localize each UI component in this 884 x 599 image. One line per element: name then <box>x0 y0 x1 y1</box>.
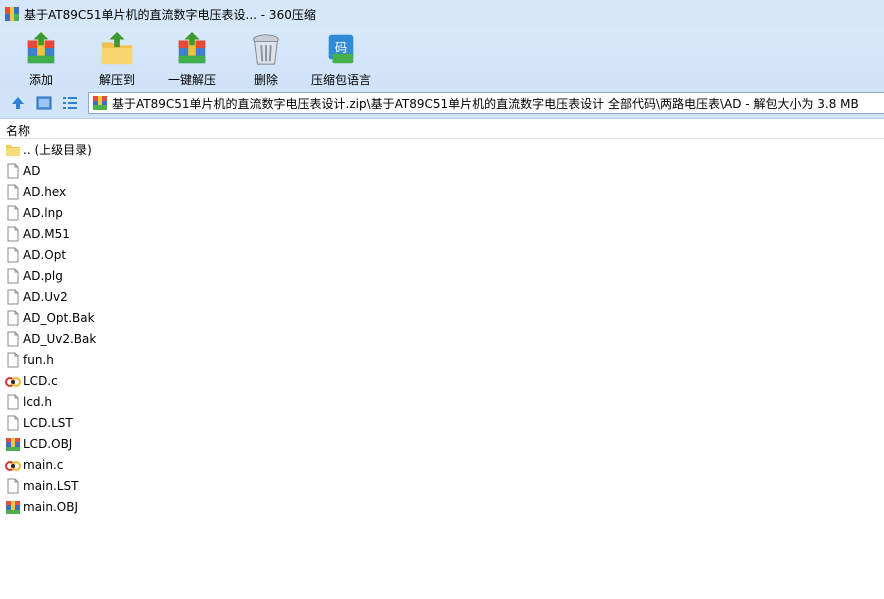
file-list-item[interactable]: LCD.c <box>0 370 300 391</box>
file-list: 名称 .. (上级目录) AD AD.hex AD.lnp AD.M51 AD.Opt AD… <box>0 119 884 599</box>
file-name: AD.plg <box>23 268 63 283</box>
delete-label: 删除 <box>253 73 278 87</box>
extract-to-button[interactable]: 解压到 <box>92 28 142 88</box>
document-icon <box>7 289 19 304</box>
file-list-item[interactable]: AD_Uv2.Bak <box>0 328 300 349</box>
file-list-item[interactable]: AD_Opt.Bak <box>0 307 300 328</box>
title-bar: 基于AT89C51单片机的直流数字电压表设... - 360压缩 <box>0 0 884 28</box>
window-title: 基于AT89C51单片机的直流数字电压表设... - 360压缩 <box>24 7 316 22</box>
file-name: .. (上级目录) <box>23 143 92 157</box>
file-list-item[interactable]: AD.hex <box>0 181 300 202</box>
file-name: main.LST <box>23 478 79 493</box>
file-name: lcd.h <box>23 394 52 409</box>
file-name: main.OBJ <box>23 499 79 514</box>
document-icon <box>7 352 19 367</box>
large-icon-view-icon[interactable] <box>36 95 52 111</box>
file-name: LCD.OBJ <box>23 436 73 451</box>
file-list-item[interactable]: main.LST <box>0 475 300 496</box>
file-name: AD_Opt.Bak <box>23 310 95 325</box>
extract-to-label: 解压到 <box>98 73 135 87</box>
file-list-item[interactable]: AD <box>0 160 300 181</box>
archive-language-button[interactable]: 码 压缩包语言 <box>308 28 374 88</box>
file-list-item[interactable]: AD.plg <box>0 265 300 286</box>
archive-language-icon: 码 <box>328 34 354 64</box>
c-source-file-icon <box>5 376 21 387</box>
up-arrow-icon[interactable] <box>10 95 26 111</box>
file-name: AD.hex <box>23 184 67 199</box>
file-list-item[interactable]: main.OBJ <box>0 496 300 517</box>
file-name: LCD.LST <box>23 415 73 430</box>
file-list-item[interactable]: AD.lnp <box>0 202 300 223</box>
file-name: LCD.c <box>23 373 58 388</box>
document-icon <box>7 268 19 283</box>
document-icon <box>7 478 19 493</box>
file-name: main.c <box>23 457 64 472</box>
file-list-item[interactable]: LCD.LST <box>0 412 300 433</box>
file-list-item[interactable]: lcd.h <box>0 391 300 412</box>
file-list-item[interactable]: main.c <box>0 454 300 475</box>
add-label: 添加 <box>28 73 53 87</box>
address-path-field[interactable]: 基于AT89C51单片机的直流数字电压表设计.zip\基于AT89C51单片机的… <box>88 92 884 114</box>
file-name: AD.Uv2 <box>23 289 68 304</box>
document-icon <box>7 205 19 220</box>
delete-button[interactable]: 删除 <box>244 28 288 88</box>
address-path-text: 基于AT89C51单片机的直流数字电压表设计.zip\基于AT89C51单片机的… <box>112 96 859 111</box>
document-icon <box>7 394 19 409</box>
document-icon <box>7 184 19 199</box>
zip-archive-icon <box>93 96 107 110</box>
one-click-extract-icon <box>178 31 206 64</box>
file-list-item[interactable]: .. (上级目录) <box>0 139 300 160</box>
file-name: AD <box>23 163 41 178</box>
file-name: AD.Opt <box>23 247 67 262</box>
svg-text:码: 码 <box>335 41 347 55</box>
folder-icon <box>6 144 20 156</box>
add-archive-icon <box>27 31 55 64</box>
document-icon <box>7 331 19 346</box>
file-name: AD_Uv2.Bak <box>23 331 97 346</box>
document-icon <box>7 226 19 241</box>
add-button[interactable]: 添加 <box>18 28 64 88</box>
file-list-item[interactable]: AD.Uv2 <box>0 286 300 307</box>
archive-app-icon <box>5 7 19 21</box>
document-icon <box>7 415 19 430</box>
c-source-file-icon <box>5 460 21 471</box>
file-list-item[interactable]: AD.Opt <box>0 244 300 265</box>
document-icon <box>7 310 19 325</box>
file-list-item[interactable]: fun.h <box>0 349 300 370</box>
document-icon <box>7 163 19 178</box>
archive-language-label: 压缩包语言 <box>310 73 371 87</box>
file-name: AD.M51 <box>23 226 70 241</box>
one-click-extract-label: 一键解压 <box>167 73 216 87</box>
file-name: AD.lnp <box>23 205 63 220</box>
delete-trash-icon <box>253 34 279 65</box>
detail-view-icon[interactable] <box>62 95 78 111</box>
extract-to-icon <box>101 31 133 65</box>
main-toolbar: 添加 解压到 一键解压 删除 码 压缩包语言 <box>0 28 884 88</box>
column-header-name-label: 名称 <box>6 124 31 138</box>
document-icon <box>7 247 19 262</box>
obj-archive-file-icon <box>6 437 20 451</box>
obj-archive-file-icon <box>6 500 20 514</box>
file-name: fun.h <box>23 352 54 367</box>
file-list-item[interactable]: AD.M51 <box>0 223 300 244</box>
one-click-extract-button[interactable]: 一键解压 <box>164 28 220 88</box>
column-header-name[interactable]: 名称 <box>0 119 884 139</box>
address-bar-area: 基于AT89C51单片机的直流数字电压表设计.zip\基于AT89C51单片机的… <box>0 88 884 119</box>
file-list-item[interactable]: LCD.OBJ <box>0 433 300 454</box>
